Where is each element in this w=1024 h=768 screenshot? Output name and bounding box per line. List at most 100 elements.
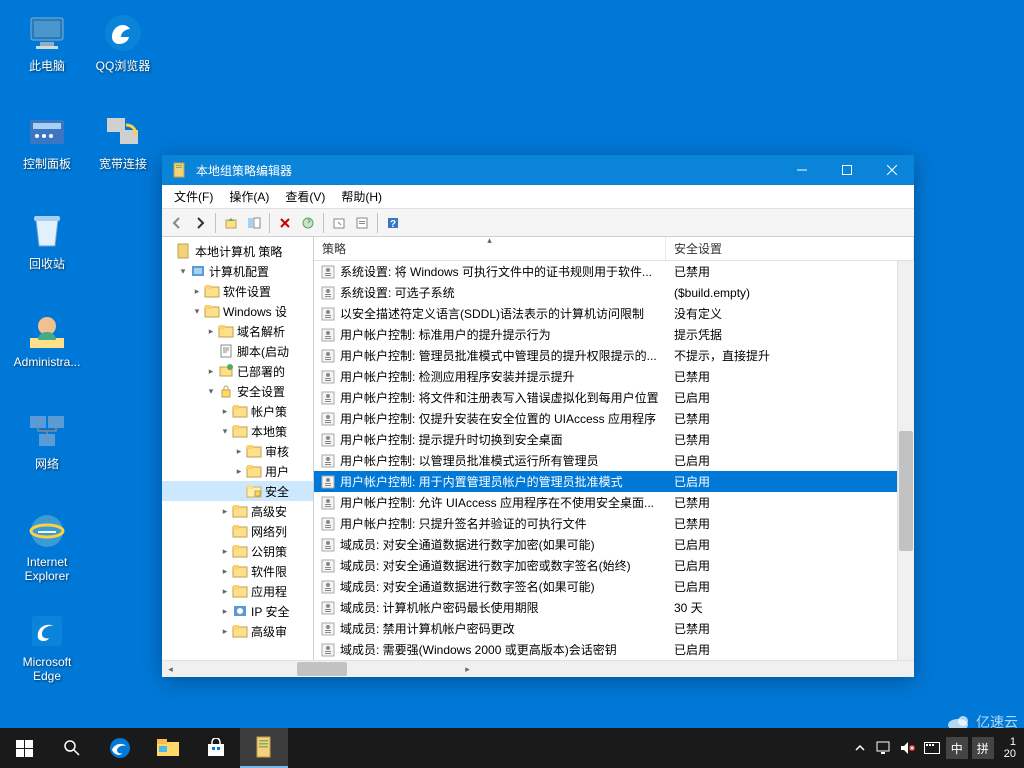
hsb-left-arrow[interactable]: ◂ [162, 661, 179, 677]
tree-expander-icon[interactable]: ▸ [218, 604, 232, 618]
policy-row[interactable]: 域成员: 需要强(Windows 2000 或更高版本)会话密钥已启用 [314, 639, 897, 660]
delete-button[interactable] [274, 212, 296, 234]
tree-item[interactable]: 安全 [162, 481, 313, 501]
tree-item[interactable]: ▾安全设置 [162, 381, 313, 401]
policy-row[interactable]: 用户帐户控制: 将文件和注册表写入错误虚拟化到每用户位置已启用 [314, 387, 897, 408]
tray-chevron-icon[interactable] [848, 728, 872, 768]
volume-tray-icon[interactable] [896, 728, 920, 768]
policy-row[interactable]: 域成员: 禁用计算机帐户密码更改已禁用 [314, 618, 897, 639]
tree-expander-icon[interactable] [162, 244, 176, 258]
up-button[interactable] [220, 212, 242, 234]
gpedit-taskbar-icon[interactable] [240, 728, 288, 768]
tree-expander-icon[interactable]: ▸ [232, 464, 246, 478]
policy-row[interactable]: 用户帐户控制: 用于内置管理员帐户的管理员批准模式已启用 [314, 471, 897, 492]
policy-row[interactable]: 系统设置: 将 Windows 可执行文件中的证书规则用于软件...已禁用 [314, 261, 897, 282]
tree-expander-icon[interactable]: ▸ [218, 624, 232, 638]
desktop-icon-dialup[interactable]: 宽带连接 [86, 110, 160, 172]
policy-row[interactable]: 域成员: 对安全通道数据进行数字加密或数字签名(始终)已启用 [314, 555, 897, 576]
tree-expander-icon[interactable]: ▸ [218, 564, 232, 578]
tree-item[interactable]: 脚本(启动 [162, 341, 313, 361]
vertical-scrollbar[interactable] [897, 261, 914, 660]
policy-row[interactable]: 域成员: 计算机帐户密码最长使用期限30 天 [314, 597, 897, 618]
search-button[interactable] [48, 728, 96, 768]
desktop-icon-ie[interactable]: Internet Explorer [10, 510, 84, 583]
desktop-icon-edge[interactable]: Microsoft Edge [10, 610, 84, 683]
tree-item[interactable]: ▸软件设置 [162, 281, 313, 301]
clock[interactable]: 120 [996, 736, 1024, 760]
policy-row[interactable]: 以安全描述符定义语言(SDDL)语法表示的计算机访问限制没有定义 [314, 303, 897, 324]
tree-item[interactable]: ▸域名解析 [162, 321, 313, 341]
start-button[interactable] [0, 728, 48, 768]
edge-taskbar-icon[interactable] [96, 728, 144, 768]
policy-row[interactable]: 域成员: 对安全通道数据进行数字签名(如果可能)已启用 [314, 576, 897, 597]
tree-pane[interactable]: 本地计算机 策略▾计算机配置▸软件设置▾Windows 设▸域名解析脚本(启动▸… [162, 237, 314, 660]
desktop-icon-net[interactable]: 网络 [10, 410, 84, 472]
tree-item[interactable]: ▾Windows 设 [162, 301, 313, 321]
hsb-right-arrow[interactable]: ▸ [459, 661, 476, 677]
policy-row[interactable]: 域成员: 对安全通道数据进行数字加密(如果可能)已启用 [314, 534, 897, 555]
tree-expander-icon[interactable]: ▸ [204, 364, 218, 378]
tree-item[interactable]: ▸公钥策 [162, 541, 313, 561]
tree-item[interactable]: ▾计算机配置 [162, 261, 313, 281]
column-security[interactable]: 安全设置 [666, 237, 914, 260]
tree-item[interactable]: 本地计算机 策略 [162, 241, 313, 261]
tree-expander-icon[interactable]: ▸ [218, 584, 232, 598]
ime-lang-button[interactable]: 中 [946, 737, 968, 759]
desktop-icon-bin[interactable]: 回收站 [10, 210, 84, 272]
reload-button[interactable] [297, 212, 319, 234]
properties-button[interactable] [351, 212, 373, 234]
tree-expander-icon[interactable]: ▾ [176, 264, 190, 278]
policy-row[interactable]: 用户帐户控制: 标准用户的提升提示行为提示凭据 [314, 324, 897, 345]
hsb-thumb[interactable] [297, 662, 347, 676]
tree-expander-icon[interactable]: ▾ [218, 424, 232, 438]
tree-expander-icon[interactable]: ▸ [218, 404, 232, 418]
tree-expander-icon[interactable]: ▾ [204, 384, 218, 398]
tree-item[interactable]: ▸高级审 [162, 621, 313, 641]
explorer-taskbar-icon[interactable] [144, 728, 192, 768]
tree-item[interactable]: ▸高级安 [162, 501, 313, 521]
help-button[interactable]: ? [382, 212, 404, 234]
tree-expander-icon[interactable]: ▸ [232, 444, 246, 458]
desktop-icon-user[interactable]: Administra... [10, 310, 84, 369]
menu-action[interactable]: 操作(A) [221, 185, 277, 208]
tree-item[interactable]: ▸应用程 [162, 581, 313, 601]
menu-file[interactable]: 文件(F) [166, 185, 221, 208]
menu-view[interactable]: 查看(V) [277, 185, 333, 208]
tree-item[interactable]: ▸软件限 [162, 561, 313, 581]
tree-expander-icon[interactable] [218, 524, 232, 538]
policy-row[interactable]: 用户帐户控制: 管理员批准模式中管理员的提升权限提示的...不提示，直接提升 [314, 345, 897, 366]
tree-item[interactable]: ▸审核 [162, 441, 313, 461]
back-button[interactable] [166, 212, 188, 234]
network-tray-icon[interactable] [872, 728, 896, 768]
scrollbar-thumb[interactable] [899, 431, 913, 551]
tree-item[interactable]: ▸用户 [162, 461, 313, 481]
show-hide-button[interactable] [243, 212, 265, 234]
title-bar[interactable]: 本地组策略编辑器 [162, 155, 914, 185]
minimize-button[interactable] [779, 155, 824, 185]
tree-expander-icon[interactable]: ▸ [218, 504, 232, 518]
policy-row[interactable]: 用户帐户控制: 允许 UIAccess 应用程序在不使用安全桌面...已禁用 [314, 492, 897, 513]
column-policy[interactable]: 策略 [314, 237, 666, 260]
tree-item[interactable]: ▸帐户策 [162, 401, 313, 421]
close-button[interactable] [869, 155, 914, 185]
desktop-icon-cpanel[interactable]: 控制面板 [10, 110, 84, 172]
ime-mode-button[interactable]: 拼 [972, 737, 994, 759]
tree-item[interactable]: ▾本地策 [162, 421, 313, 441]
tree-expander-icon[interactable]: ▸ [218, 544, 232, 558]
policy-row[interactable]: 用户帐户控制: 检测应用程序安装并提示提升已禁用 [314, 366, 897, 387]
policy-row[interactable]: 用户帐户控制: 仅提升安装在安全位置的 UIAccess 应用程序已禁用 [314, 408, 897, 429]
tree-item[interactable]: 网络列 [162, 521, 313, 541]
policy-row[interactable]: 用户帐户控制: 以管理员批准模式运行所有管理员已启用 [314, 450, 897, 471]
store-taskbar-icon[interactable] [192, 728, 240, 768]
menu-help[interactable]: 帮助(H) [333, 185, 390, 208]
tree-item[interactable]: ▸已部署的 [162, 361, 313, 381]
horizontal-scrollbar[interactable]: ◂ ▸ [162, 660, 914, 677]
policy-row[interactable]: 用户帐户控制: 只提升签名并验证的可执行文件已禁用 [314, 513, 897, 534]
maximize-button[interactable] [824, 155, 869, 185]
desktop-icon-pc[interactable]: 此电脑 [10, 12, 84, 74]
tree-expander-icon[interactable] [204, 344, 218, 358]
tree-expander-icon[interactable]: ▸ [204, 324, 218, 338]
forward-button[interactable] [189, 212, 211, 234]
tree-item[interactable]: ▸IP 安全 [162, 601, 313, 621]
policy-row[interactable]: 系统设置: 可选子系统($build.empty) [314, 282, 897, 303]
